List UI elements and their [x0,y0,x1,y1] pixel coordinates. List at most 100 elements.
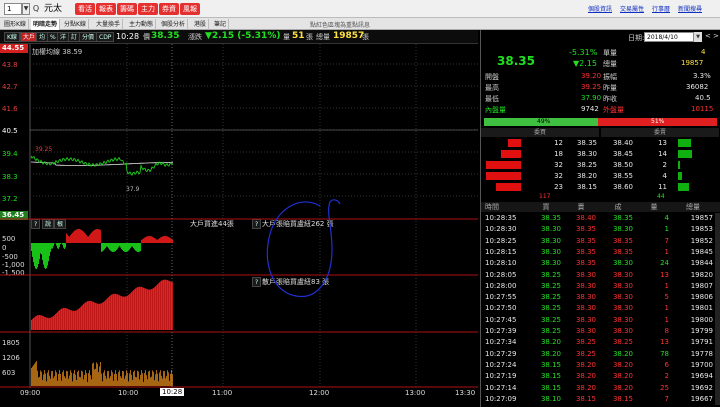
annotation-circle [266,199,341,298]
volume-bar [74,370,75,386]
tick-row[interactable]: 10:28:15 38.30 38.35 38.35 1 19845 [481,247,720,257]
tab-branch-kline[interactable]: 分點K線 [62,19,89,30]
retail-flow-bar [126,296,127,330]
retail-flow-bar [62,308,63,330]
volume-bar [152,370,153,386]
flow-bar [160,237,161,243]
tick-scrollbar[interactable] [715,213,720,405]
tick-row[interactable]: 10:27:24 38.15 38.20 38.20 6 19700 [481,360,720,370]
date-dropdown-icon[interactable]: ▼ [694,32,702,42]
button-baobiao[interactable]: 報表 [96,3,116,15]
tab-main-force[interactable]: 主力動態 [127,19,157,30]
flow-bar [57,243,58,249]
flow-bar [136,243,137,252]
volume-bar [158,381,159,386]
tick-row[interactable]: 10:28:30 38.30 38.35 38.30 1 19853 [481,224,720,234]
order-book: 12 38.35 38.40 13 18 38.30 38.45 14 32 38.25 38.50… [481,138,720,193]
flow-bar [114,243,115,252]
tool-price-dist[interactable]: 分價 [79,32,98,42]
volume-bar [150,377,151,386]
tick-row[interactable]: 10:27:09 38.10 38.15 38.15 7 19667 [481,394,720,404]
tick-row[interactable]: 10:27:45 38.25 38.30 38.30 1 19800 [481,315,720,325]
dropdown-arrow-icon[interactable]: ▼ [22,3,30,15]
flow-bar [43,243,44,265]
tick-row[interactable]: 10:28:05 38.25 38.30 38.30 13 19820 [481,270,720,280]
flow-bar [149,236,150,243]
link-news-search[interactable]: 新聞搜尋 [678,4,702,13]
flow-bar [59,243,60,247]
tick-ask: 38.30 [575,304,596,313]
tick-row[interactable]: 10:27:19 38.15 38.20 38.20 2 19694 [481,371,720,381]
flow-bar [85,233,86,243]
retail-flow-bar [140,286,141,330]
ask-qty-bar [678,139,691,147]
tick-bid: 38.15 [540,360,561,369]
prev-date-icon[interactable]: < [705,32,711,40]
tab-volume-turnover[interactable]: 大量換手 [94,19,124,30]
tick-row[interactable]: 10:28:35 38.35 38.40 38.35 4 19857 [481,213,720,223]
button-quanzi[interactable]: 券資 [159,3,179,15]
search-icon[interactable]: Q [31,3,41,15]
tab-hk[interactable]: 港股 [192,19,210,30]
ask-qty-bar [678,172,682,180]
tick-row[interactable]: 10:27:55 38.25 38.30 38.30 5 19806 [481,292,720,302]
flow-bar [32,243,33,257]
button-fengbao[interactable]: 風報 [180,3,200,15]
tick-deal: 38.30 [612,270,633,279]
retail-flow-bar [171,281,172,330]
retail-flow-bar [100,303,101,330]
tick-vol: 1 [664,247,669,256]
tick-time: 10:27:45 [485,315,517,324]
flow-bar [68,236,69,243]
retail-flow-bar [60,309,61,330]
date-input[interactable]: 2018/4/10 [644,32,694,42]
flow-bar [31,243,32,251]
button-zhuli[interactable]: 主力 [138,3,158,15]
tab-kline[interactable]: 圖形K線 [2,19,29,30]
tick-row[interactable]: 10:28:10 38.30 38.35 38.30 24 19844 [481,258,720,268]
volume-bar [106,378,107,386]
retail-flow-bar [103,301,104,330]
stock-symbol-input[interactable]: 1 [4,3,22,15]
volume-bar [139,379,140,386]
retail-flow-bar [136,287,137,330]
volume-bar [171,370,172,386]
retail-flow-bar [105,300,106,330]
tick-row[interactable]: 10:27:29 38.20 38.25 38.20 78 19778 [481,349,720,359]
retail-flow-bar [132,291,133,330]
tool-cdp[interactable]: CDP [96,32,115,42]
link-stock-info[interactable]: 個股資訊 [588,4,612,13]
book-row: 23 38.15 38.60 11 [481,182,720,192]
tick-row[interactable]: 10:28:25 38.30 38.35 38.35 7 19852 [481,236,720,246]
flow-bar [80,229,81,243]
volume-bar [100,362,101,386]
intraday-chart[interactable] [0,44,478,388]
link-calendar[interactable]: 行事曆 [652,4,670,13]
tab-trend[interactable]: 明暗走勢 [31,19,61,30]
date-label: 日期: [628,34,645,42]
tab-analysis[interactable]: 個股分析 [159,19,189,30]
tool-kline[interactable]: K線 [4,32,20,42]
volume-bar [70,370,71,386]
tick-row[interactable]: 10:27:34 38.20 38.25 38.25 13 19791 [481,337,720,347]
tick-list[interactable]: 10:28:35 38.35 38.40 38.35 4 19857 10:28:30 38.… [481,213,720,405]
tick-vol: 6 [664,360,669,369]
button-kanhuo[interactable]: 看活 [75,3,95,15]
retail-flow-bar [123,296,124,330]
volume-bar [41,371,42,386]
volume-bar [99,366,100,386]
tick-row[interactable]: 10:27:39 38.25 38.30 38.30 8 19799 [481,326,720,336]
tab-notes[interactable]: 筆記 [212,19,230,30]
book-row: 32 38.25 38.50 2 [481,160,720,170]
tick-ask: 38.35 [575,259,596,268]
next-date-icon[interactable]: > [713,32,719,40]
flow-bar [111,243,112,252]
tick-row[interactable]: 10:28:00 38.25 38.30 38.30 1 19807 [481,281,720,291]
tick-deal: 38.35 [612,214,633,222]
tick-row[interactable]: 10:27:50 38.25 38.30 38.30 1 19801 [481,303,720,313]
tick-row[interactable]: 10:27:14 38.15 38.20 38.20 25 19692 [481,383,720,393]
link-trade-attr[interactable]: 交易屬性 [620,4,644,13]
flow-bar [148,236,149,243]
volume-bar [92,363,93,386]
button-chouma[interactable]: 籌碼 [117,3,137,15]
